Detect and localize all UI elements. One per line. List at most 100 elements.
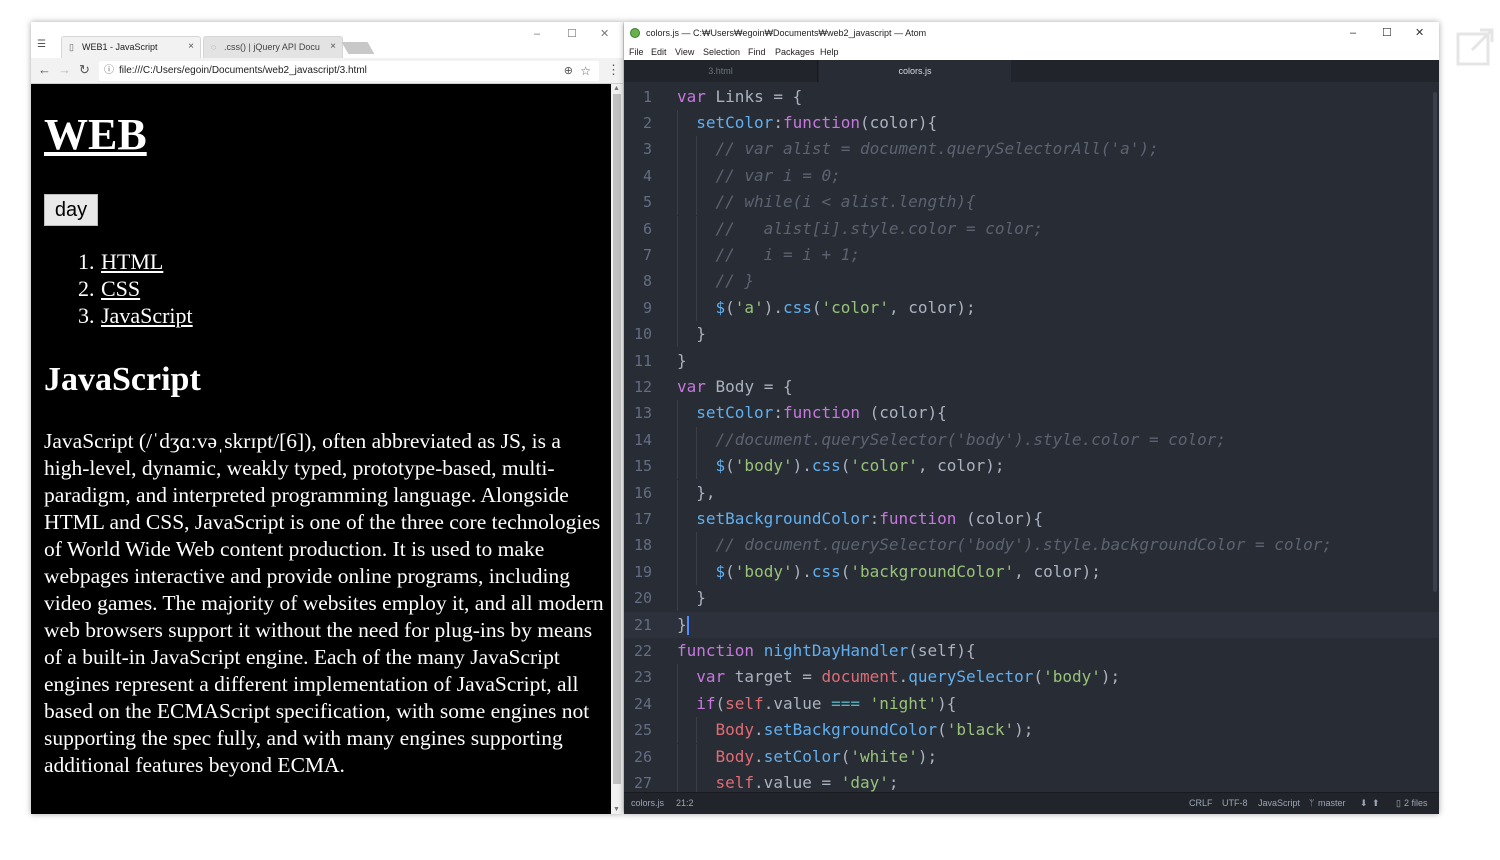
code-token: ); <box>1014 720 1034 740</box>
code-text: self.value = 'day'; <box>716 770 899 792</box>
menu-find[interactable]: Find <box>748 44 766 60</box>
code-token: ; <box>888 772 899 792</box>
nav-link-html[interactable]: HTML <box>101 249 163 274</box>
status-encoding[interactable]: UTF-8 <box>1222 793 1248 814</box>
code-line[interactable]: 24 if(self.value === 'night'){ <box>624 690 1439 718</box>
tab-close-icon[interactable]: × <box>188 37 194 57</box>
code-editor[interactable]: 1 var Links = {2 setColor:function(color){… <box>624 82 1439 792</box>
minimize-button[interactable]: – <box>534 28 540 40</box>
code-text: Body.setColor('white'); <box>716 744 938 770</box>
code-text: }, <box>696 480 715 506</box>
scroll-up-icon[interactable]: ▲ <box>613 85 620 92</box>
code-line[interactable]: 22 function nightDayHandler(self){ <box>624 638 1439 664</box>
nav-link-javascript[interactable]: JavaScript <box>101 303 193 328</box>
scrollbar-thumb[interactable] <box>1433 92 1437 592</box>
code-token: setColor <box>763 746 841 766</box>
code-line[interactable]: 20} <box>624 585 1439 612</box>
code-line[interactable]: 12 var Body = { <box>624 374 1439 400</box>
code-line[interactable]: 17 setBackgroundColor:function (color){ <box>624 505 1439 533</box>
tab-close-icon[interactable]: × <box>330 37 336 57</box>
code-line[interactable]: 23 var target = document.querySelector('b… <box>624 664 1439 691</box>
code-line[interactable]: 26 Body.setColor('white'); <box>624 743 1439 770</box>
status-file-name[interactable]: colors.js <box>631 793 664 814</box>
editor-scrollbar[interactable] <box>1430 82 1438 792</box>
address-bar[interactable]: ⓘ file:///C:/Users/egoin/Documents/web2_… <box>99 61 599 81</box>
code-token: , color); <box>917 456 1005 476</box>
code-line[interactable]: 25 Body.setBackgroundColor('black'); <box>624 717 1439 744</box>
code-line[interactable]: 1 var Links = { <box>624 84 1439 110</box>
editor-tabbar: 3.html colors.js <box>624 60 1439 82</box>
status-file-count[interactable]: 2 files <box>1404 793 1428 814</box>
code-line[interactable]: 11} <box>624 348 1439 374</box>
code-line[interactable]: 10} <box>624 321 1439 348</box>
code-token: Body <box>715 720 755 740</box>
page-heading-link[interactable]: WEB <box>44 110 147 160</box>
window-menu-icon[interactable]: ☰ <box>37 39 49 51</box>
code-line[interactable]: 6 // alist[i].style.color = color; <box>624 215 1439 242</box>
nav-list-item: 3. JavaScript <box>78 303 193 328</box>
maximize-button[interactable]: ☐ <box>1382 27 1392 39</box>
code-line[interactable]: 19 $('body').css('backgroundColor', color… <box>624 558 1439 586</box>
menu-view[interactable]: View <box>675 44 694 60</box>
code-token: ( <box>840 456 851 476</box>
more-menu-icon[interactable]: ⋮ <box>607 63 620 77</box>
close-button[interactable]: ✕ <box>1415 27 1424 39</box>
info-icon[interactable]: ⓘ <box>104 61 114 81</box>
code-line[interactable]: 4 // var i = 0; <box>624 162 1439 190</box>
zoom-icon[interactable]: ⊕ <box>564 61 573 81</box>
forward-arrow-icon[interactable]: → <box>58 63 71 77</box>
indent-guide <box>677 505 678 533</box>
nav-list-item: 2. CSS <box>78 276 141 301</box>
menu-file[interactable]: File <box>629 44 644 60</box>
menu-edit[interactable]: Edit <box>651 44 667 60</box>
push-up-icon[interactable]: ⬆ <box>1372 793 1380 814</box>
code-line[interactable]: 27 self.value = 'day'; <box>624 769 1439 792</box>
code-token: function <box>782 112 861 132</box>
menu-selection[interactable]: Selection <box>703 44 740 60</box>
code-line[interactable]: 7 // i = i + 1; <box>624 241 1439 269</box>
status-grammar[interactable]: JavaScript <box>1258 793 1300 814</box>
back-arrow-icon[interactable]: ← <box>38 63 51 77</box>
code-line[interactable]: 15 $('body').css('color', color); <box>624 453 1439 480</box>
night-day-toggle-button[interactable]: day <box>44 194 98 226</box>
code-line[interactable]: 2 setColor:function(color){ <box>624 109 1439 137</box>
file-icon: ▯ <box>1396 798 1401 808</box>
code-line[interactable]: 16}, <box>624 479 1439 506</box>
maximize-button[interactable]: ☐ <box>567 28 577 40</box>
code-line[interactable]: 13 setColor:function (color){ <box>624 400 1439 427</box>
code-token: .value <box>763 693 832 713</box>
reload-icon[interactable]: ↻ <box>79 63 90 77</box>
menu-help[interactable]: Help <box>820 44 839 60</box>
scroll-down-icon[interactable]: ▼ <box>613 806 620 813</box>
new-tab-button[interactable] <box>341 42 375 54</box>
bookmark-star-icon[interactable]: ☆ <box>580 61 591 81</box>
status-cursor-position[interactable]: 21:2 <box>676 793 694 814</box>
editor-tab-colorsjs[interactable]: colors.js <box>819 60 1011 82</box>
code-token: 'a' <box>734 297 764 317</box>
page-scrollbar[interactable]: ▲ ▼ <box>611 84 623 814</box>
scrollbar-thumb[interactable] <box>613 94 621 784</box>
code-line[interactable]: 14 //document.querySelector('body').style… <box>624 426 1439 454</box>
external-link-icon[interactable] <box>1456 28 1496 68</box>
line-number: 5 <box>642 193 652 212</box>
code-line[interactable]: 21} <box>624 611 1439 638</box>
status-git-branch[interactable]: master <box>1318 793 1346 814</box>
browser-tab-web1[interactable]: ▯ WEB1 - JavaScript × <box>61 36 201 58</box>
line-number: 1 <box>642 87 652 106</box>
menu-packages[interactable]: Packages <box>775 44 815 60</box>
code-text: var target = document.querySelector('bod… <box>696 664 1120 690</box>
code-token: (self){ <box>908 640 976 660</box>
nav-link-css[interactable]: CSS <box>101 276 140 301</box>
code-line[interactable]: 9 $('a').css('color', color); <box>624 294 1439 322</box>
editor-tab-3html[interactable]: 3.html <box>624 60 818 82</box>
browser-tab-jquery[interactable]: ◌ .css() | jQuery API Docu × <box>203 36 343 58</box>
status-line-ending[interactable]: CRLF <box>1189 793 1213 814</box>
close-button[interactable]: ✕ <box>600 28 609 40</box>
code-line[interactable]: 8 // } <box>624 268 1439 295</box>
code-token: Body = { <box>705 376 793 396</box>
code-line[interactable]: 5 // while(i < alist.length){ <box>624 189 1439 216</box>
code-line[interactable]: 18 // document.querySelector('body').styl… <box>624 532 1439 559</box>
fetch-down-icon[interactable]: ⬇ <box>1360 793 1368 814</box>
code-line[interactable]: 3 // var alist = document.querySelectorAl… <box>624 136 1439 163</box>
minimize-button[interactable]: – <box>1350 27 1356 39</box>
